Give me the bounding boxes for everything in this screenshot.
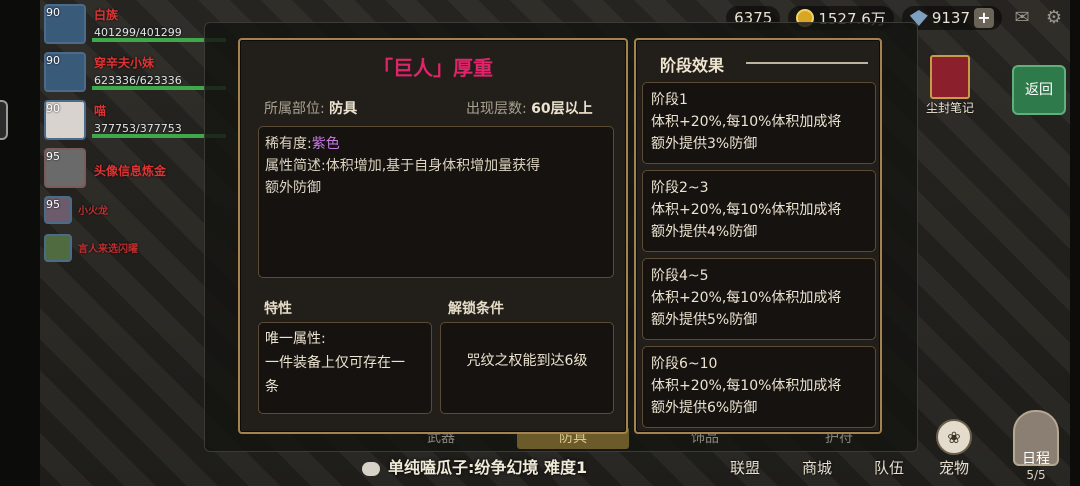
pet-paw-icon: ❀ [936, 419, 972, 455]
stage-card: 阶段2~3 体积+20%,每10%体积加成将 额外提供4%防御 [642, 170, 876, 252]
stage-card: 阶段6~10 体积+20%,每10%体积加成将 额外提供6%防御 [642, 346, 876, 428]
slot-label: 所属部位: [264, 101, 325, 117]
stages-title: 阶段效果 [660, 56, 725, 75]
left-screen-edge [0, 0, 40, 486]
mail-icon[interactable]: ✉ [1010, 8, 1034, 28]
pet-label: 宠物 [938, 459, 969, 477]
nav-shop[interactable]: 商城 [802, 457, 832, 478]
member-level: 90 [46, 54, 60, 67]
rarity-value: 紫色 [311, 136, 340, 152]
party-member[interactable]: 90 穿辛夫小妹 623336/623336 [44, 52, 226, 96]
affix-title: 「巨人」厚重 [373, 56, 493, 80]
stage-name: 阶段1 [651, 92, 688, 108]
trait-heading: 特性 [264, 301, 292, 317]
add-gems-button[interactable]: + [974, 8, 994, 28]
schedule-label: 日程 [1022, 451, 1050, 467]
member-level: 90 [46, 6, 60, 19]
stage-effect: 额外提供6%防御 [651, 400, 758, 416]
stage-effect: 额外提供4%防御 [651, 224, 758, 240]
stage-effect: 体积+20%,每10%体积加成将 [651, 290, 842, 306]
schedule-button[interactable]: 日程 5/5 [1008, 410, 1064, 482]
book-label: 尘封笔记 [925, 101, 974, 115]
trait-line: 一件装备上仅可存在一 [265, 355, 405, 371]
stage-effect: 体积+20%,每10%体积加成将 [651, 114, 842, 130]
rarity-line: 稀有度:紫色 [265, 133, 607, 155]
chat-text: 单纯嗑瓜子:纷争幻境 难度1 [388, 458, 588, 477]
floor-value: 60层以上 [531, 101, 593, 117]
unlock-heading: 解锁条件 [448, 301, 504, 317]
party-member[interactable]: 95 头像信息炼金 [44, 148, 204, 192]
floor-info: 出现层数: 60层以上 [466, 98, 593, 118]
slot-info: 所属部位: 防具 [264, 98, 357, 118]
stage-card: 阶段4~5 体积+20%,每10%体积加成将 额外提供5%防御 [642, 258, 876, 340]
nav-team[interactable]: 队伍 [874, 457, 904, 478]
member-name: 喵 [94, 104, 107, 118]
unlock-condition: 咒纹之权能到达6级 [466, 353, 588, 369]
affix-detail-panel: 「巨人」厚重 所属部位: 防具 出现层数: 60层以上 稀有度:紫色 属性简述:… [238, 38, 628, 434]
party-member[interactable]: 90 白族 401299/401299 [44, 4, 226, 48]
member-name: 小火龙 [78, 206, 108, 217]
member-name: 白族 [94, 8, 119, 22]
nav-alliance[interactable]: 联盟 [730, 457, 760, 478]
member-level: 95 [46, 150, 60, 163]
avatar[interactable] [44, 234, 72, 262]
stage-name: 阶段4~5 [651, 268, 709, 284]
stage-name: 阶段2~3 [651, 180, 709, 196]
side-pull-tab[interactable] [0, 100, 8, 140]
rarity-label: 稀有度: [265, 136, 312, 152]
pet-button[interactable]: ❀ 宠物 [930, 419, 978, 478]
member-name: 穿辛夫小妹 [94, 56, 155, 70]
trait-line: 条 [265, 379, 279, 395]
trait-box: 唯一属性: 一件装备上仅可存在一 条 [258, 322, 432, 414]
floor-label: 出现层数: [466, 101, 527, 117]
gem-value: 9137 [931, 9, 970, 27]
schedule-count: 5/5 [1026, 468, 1046, 482]
dusty-notes-button[interactable]: 尘封笔记 [922, 55, 978, 119]
description-line: 额外防御 [265, 180, 321, 196]
stage-card: 阶段1 体积+20%,每10%体积加成将 额外提供3%防御 [642, 82, 876, 164]
party-member[interactable]: 95 小火龙 [44, 196, 204, 230]
member-name: 头像信息炼金 [94, 164, 167, 178]
stage-effect: 额外提供5%防御 [651, 312, 758, 328]
gear-icon[interactable]: ⚙ [1042, 8, 1066, 28]
stage-effects-panel: 阶段效果 阶段1 体积+20%,每10%体积加成将 额外提供3%防御 阶段2~3… [634, 38, 882, 434]
stage-effect: 体积+20%,每10%体积加成将 [651, 378, 842, 394]
party-member[interactable]: 言人来选闪曜 [44, 234, 204, 268]
party-list: 90 白族 401299/401299 90 穿辛夫小妹 623336/6233… [44, 4, 226, 272]
party-member[interactable]: 90 喵 377753/377753 [44, 100, 226, 144]
member-level: 95 [46, 198, 60, 211]
stage-name: 阶段6~10 [651, 356, 718, 372]
member-name: 言人来选闪曜 [78, 244, 138, 255]
description-box: 稀有度:紫色 属性简述:体积增加,基于自身体积增加量获得 额外防御 [258, 126, 614, 278]
unlock-box: 咒纹之权能到达6级 [440, 322, 614, 414]
book-icon [930, 55, 970, 99]
stage-effect: 额外提供3%防御 [651, 136, 758, 152]
bottom-bar: 单纯嗑瓜子:纷争幻境 难度1 联盟 商城 队伍 ❀ 宠物 日程 5/5 [200, 410, 1070, 486]
slot-value: 防具 [329, 101, 358, 117]
description-line: 属性简述:体积增加,基于自身体积增加量获得 [265, 158, 541, 174]
member-level: 90 [46, 102, 60, 115]
right-screen-edge [1070, 0, 1080, 486]
stage-effect: 体积+20%,每10%体积加成将 [651, 202, 842, 218]
chat-ticker[interactable]: 单纯嗑瓜子:纷争幻境 难度1 [362, 454, 587, 478]
back-button[interactable]: 返回 [1012, 65, 1066, 115]
title-divider [746, 62, 868, 64]
trait-line: 唯一属性: [265, 331, 326, 347]
chat-icon [362, 461, 380, 476]
